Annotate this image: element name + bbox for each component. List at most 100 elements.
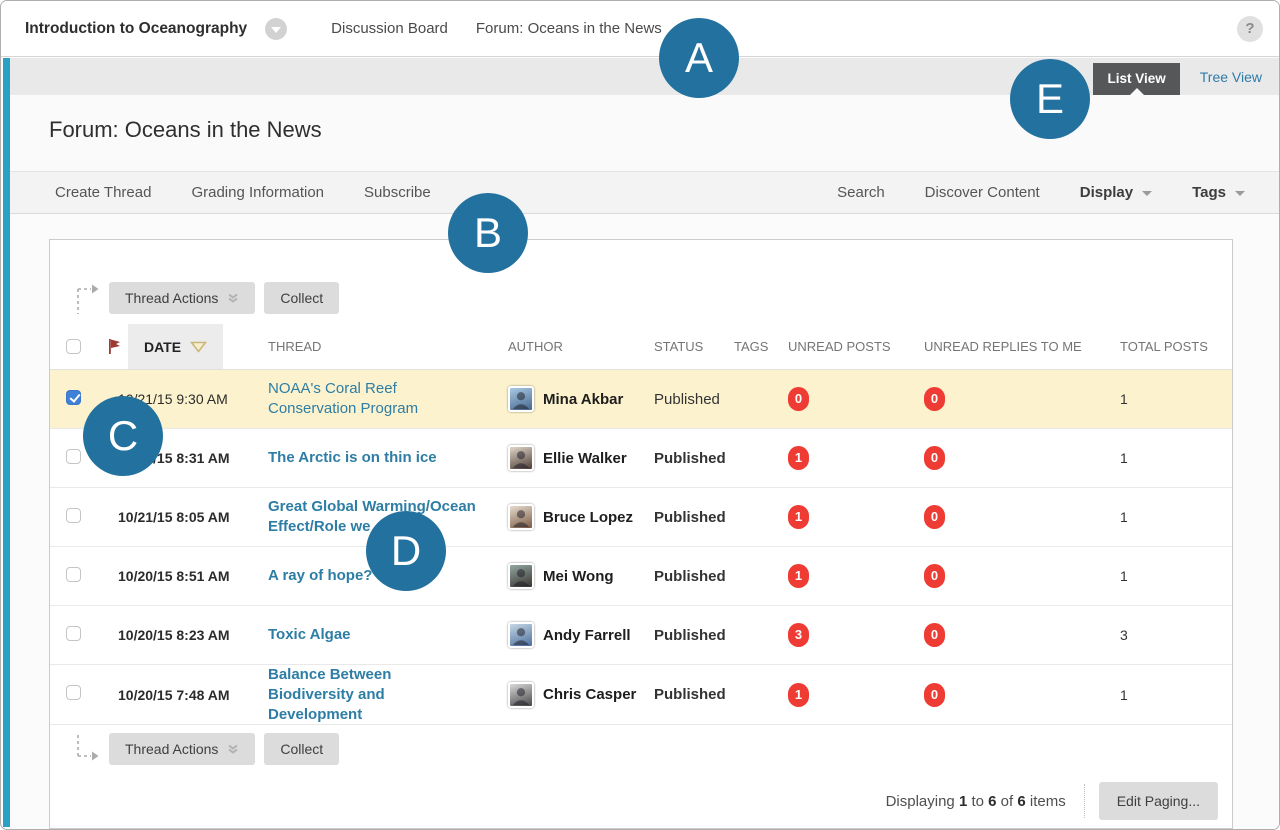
total-posts-count: 1 — [1100, 687, 1232, 703]
thread-status: Published — [634, 627, 720, 644]
person-icon — [510, 388, 532, 410]
unread-posts-badge[interactable]: 1 — [788, 564, 809, 588]
row-checkbox[interactable] — [66, 449, 81, 464]
row-checkbox[interactable] — [66, 685, 81, 700]
thread-title-link[interactable]: The Arctic is on thin ice — [268, 448, 445, 468]
author-name: Bruce Lopez — [543, 509, 633, 526]
column-header-unread-posts[interactable]: UNREAD POSTS — [768, 324, 904, 369]
column-header-tags[interactable]: TAGS — [720, 324, 768, 369]
thread-date: 10/20/15 8:51 AM — [98, 568, 248, 584]
unread-posts-badge[interactable]: 1 — [788, 683, 809, 707]
unread-replies-badge[interactable]: 0 — [924, 505, 945, 529]
total-posts-count: 1 — [1100, 568, 1232, 584]
author-avatar — [508, 682, 534, 708]
breadcrumb: Introduction to Oceanography Discussion … — [1, 1, 1279, 57]
thread-actions-label: Thread Actions — [125, 290, 218, 306]
unread-replies-badge[interactable]: 0 — [924, 623, 945, 647]
display-menu-label: Display — [1080, 184, 1133, 201]
date-header-label: DATE — [144, 339, 181, 355]
column-header-total-posts[interactable]: TOTAL POSTS — [1100, 324, 1232, 369]
paging-status: Displaying 1 to 6 of 6 items — [886, 793, 1066, 810]
collect-button-top[interactable]: Collect — [264, 282, 339, 314]
callout-badge: C — [83, 396, 163, 476]
row-checkbox[interactable] — [66, 390, 81, 405]
unread-posts-badge[interactable]: 0 — [788, 387, 809, 411]
unread-posts-badge[interactable]: 1 — [788, 505, 809, 529]
column-header-unread-replies[interactable]: UNREAD REPLIES TO ME — [904, 324, 1100, 369]
total-posts-count: 1 — [1100, 391, 1232, 407]
bottom-controls: Thread Actions Collect — [74, 733, 1232, 765]
collect-label: Collect — [280, 741, 323, 757]
thread-list-panel: Thread Actions Collect — [49, 239, 1233, 829]
column-header-thread[interactable]: THREAD — [248, 324, 488, 369]
row-checkbox[interactable] — [66, 567, 81, 582]
main-content: Thread Actions Collect — [10, 215, 1279, 829]
column-header-date[interactable]: DATE — [128, 324, 223, 369]
unread-posts-badge[interactable]: 1 — [788, 446, 809, 470]
chevron-down-icon — [1142, 191, 1152, 196]
author-name: Chris Casper — [543, 686, 636, 703]
thread-title-link[interactable]: Balance Between Biodiversity and Develop… — [268, 665, 488, 724]
thread-actions-button-bottom[interactable]: Thread Actions — [109, 733, 255, 765]
discover-content-button[interactable]: Discover Content — [925, 184, 1040, 201]
paging-bar: Displaying 1 to 6 of 6 items Edit Paging… — [50, 782, 1218, 820]
person-icon — [510, 565, 532, 587]
tree-view-link[interactable]: Tree View — [1200, 69, 1262, 85]
thread-date: 10/20/15 7:48 AM — [98, 687, 248, 703]
grading-information-button[interactable]: Grading Information — [191, 184, 324, 201]
row-checkbox[interactable] — [66, 626, 81, 641]
unread-replies-badge[interactable]: 0 — [924, 683, 945, 707]
author-avatar — [508, 445, 534, 471]
action-bar: Create Thread Grading Information Subscr… — [10, 171, 1279, 214]
list-view-button[interactable]: List View — [1093, 63, 1179, 95]
help-button[interactable]: ? — [1237, 16, 1263, 42]
display-menu-button[interactable]: Display — [1080, 184, 1152, 201]
select-all-arrow-icon — [74, 280, 100, 316]
table-row: 10/20/15 8:23 AM Toxic Algae Andy Farrel… — [50, 606, 1232, 665]
thread-status: Published — [634, 686, 720, 703]
total-posts-count: 1 — [1100, 450, 1232, 466]
row-checkbox[interactable] — [66, 508, 81, 523]
unread-replies-badge[interactable]: 0 — [924, 564, 945, 588]
person-icon — [510, 447, 532, 469]
breadcrumb-discussion-board[interactable]: Discussion Board — [331, 20, 448, 37]
thread-status: Published — [634, 450, 720, 467]
thread-status: Published — [634, 391, 720, 408]
course-menu-button[interactable] — [265, 18, 287, 40]
callout-letter: E — [1036, 75, 1064, 123]
sort-descending-icon — [190, 341, 207, 353]
thread-actions-button-top[interactable]: Thread Actions — [109, 282, 255, 314]
flag-icon — [108, 338, 121, 355]
callout-badge: D — [366, 511, 446, 591]
total-posts-count: 1 — [1100, 509, 1232, 525]
select-all-checkbox[interactable] — [66, 339, 81, 354]
table-row: 10/20/15 8:51 AM A ray of hope? Mei Wong — [50, 547, 1232, 606]
thread-title-link[interactable]: A ray of hope? — [268, 566, 380, 586]
search-button[interactable]: Search — [837, 184, 885, 201]
create-thread-button[interactable]: Create Thread — [55, 184, 151, 201]
thread-title-link[interactable]: Toxic Algae — [268, 625, 359, 645]
collect-button-bottom[interactable]: Collect — [264, 733, 339, 765]
table-row: 10/21/15 8:05 AM Great Global Warming/Oc… — [50, 488, 1232, 547]
column-header-author[interactable]: AUTHOR — [488, 324, 634, 369]
chevron-down-icon — [1235, 191, 1245, 196]
action-bar-left: Create Thread Grading Information Subscr… — [55, 184, 431, 201]
collect-label: Collect — [280, 290, 323, 306]
edit-paging-button[interactable]: Edit Paging... — [1099, 782, 1218, 820]
thread-date: 10/20/15 8:23 AM — [98, 627, 248, 643]
person-icon — [510, 684, 532, 706]
app-window: Introduction to Oceanography Discussion … — [0, 0, 1280, 830]
unread-replies-badge[interactable]: 0 — [924, 446, 945, 470]
subscribe-button[interactable]: Subscribe — [364, 184, 431, 201]
unread-replies-badge[interactable]: 0 — [924, 387, 945, 411]
thread-status: Published — [634, 568, 720, 585]
thread-status: Published — [634, 509, 720, 526]
tags-menu-button[interactable]: Tags — [1192, 184, 1245, 201]
callout-letter: D — [391, 527, 421, 575]
author-name: Mei Wong — [543, 568, 614, 585]
unread-posts-badge[interactable]: 3 — [788, 623, 809, 647]
column-header-status[interactable]: STATUS — [634, 324, 720, 369]
view-toggle: List View Tree View — [1093, 58, 1262, 95]
thread-title-link[interactable]: NOAA's Coral Reef Conservation Program — [268, 379, 488, 419]
table-header: DATE THREAD AUTHOR STATUS TAGS UNREAD PO… — [50, 324, 1232, 370]
